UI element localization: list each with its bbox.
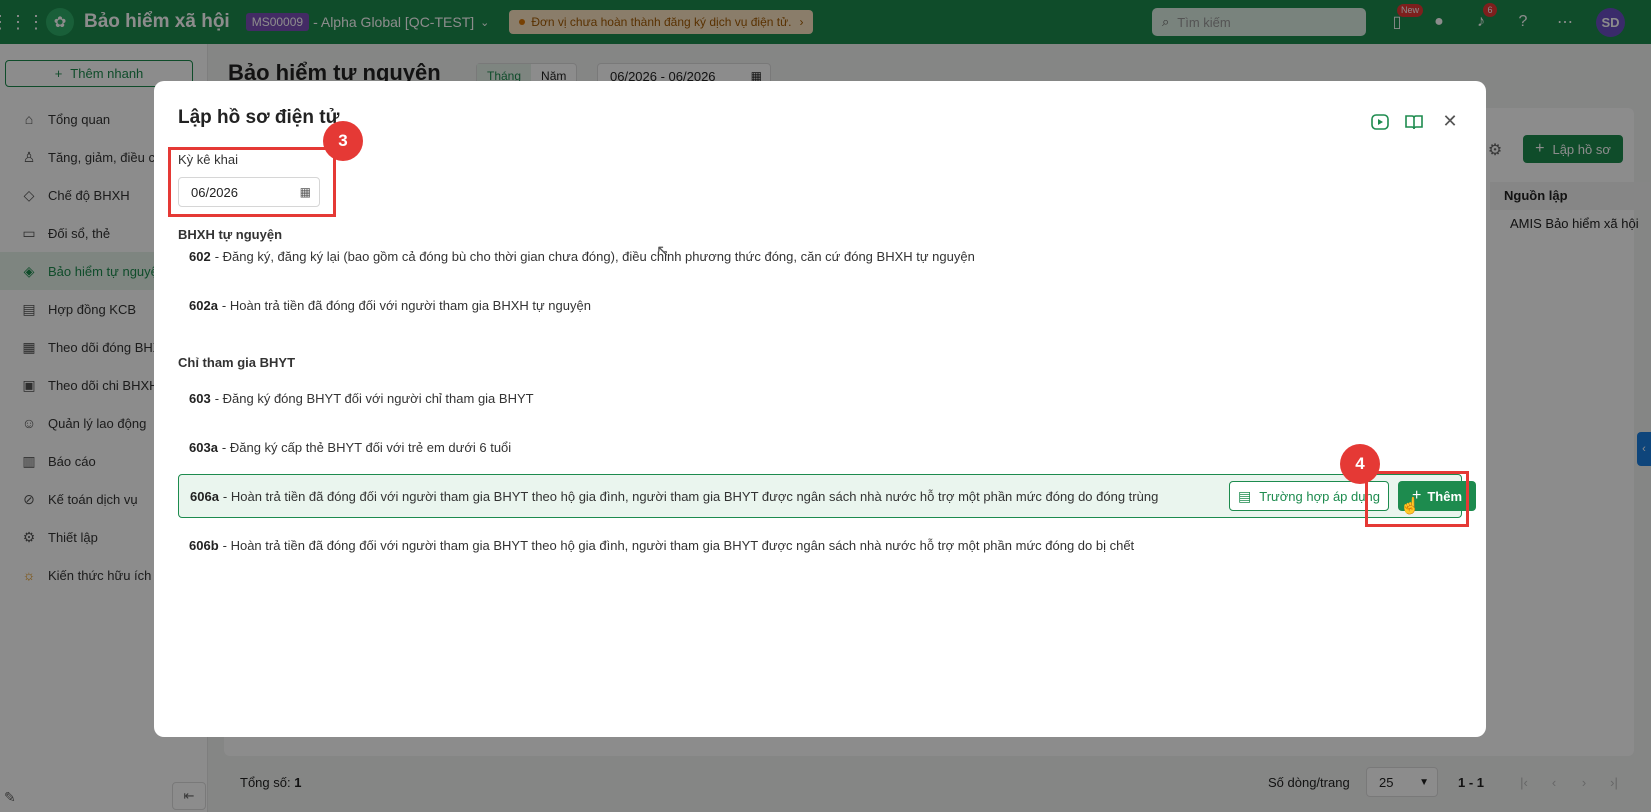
form-code: 603a <box>189 439 218 455</box>
group-title-health-only: Chỉ tham gia BHYT <box>178 355 296 370</box>
form-row-602a[interactable]: 602a - Hoàn trả tiền đã đóng đối với ngư… <box>178 283 1462 327</box>
hand-cursor-icon: ☝ <box>1400 498 1420 515</box>
applicable-cases-label: Trường hợp áp dụng <box>1259 488 1380 504</box>
modal-title: Lập hồ sơ điện tử <box>178 107 340 128</box>
close-icon[interactable]: ✕ <box>1438 109 1462 133</box>
create-e-record-modal: Lập hồ sơ điện tử ✕ Kỳ kê khai 06/2026 ▦… <box>154 81 1486 737</box>
step-3-marker: 3 <box>323 121 363 161</box>
form-code: 606a <box>190 488 219 504</box>
video-icon[interactable] <box>1369 111 1391 133</box>
form-description: - Đăng ký, đăng ký lại (bao gồm cả đóng … <box>214 248 975 264</box>
arrow-cursor-icon: ↖ <box>656 243 670 260</box>
form-row-603[interactable]: 603 - Đăng ký đóng BHYT đối với người ch… <box>178 376 1462 420</box>
form-description: - Hoàn trả tiền đã đóng đối với người th… <box>221 297 591 313</box>
step-4-marker: 4 <box>1340 444 1380 484</box>
document-icon: ▤ <box>1238 487 1252 504</box>
form-code: 602 <box>189 248 211 264</box>
form-description: - Đăng ký đóng BHYT đối với người chỉ th… <box>214 390 534 406</box>
form-description: - Đăng ký cấp thẻ BHYT đối với trẻ em dư… <box>221 439 512 455</box>
form-description: - Hoàn trả tiền đã đóng đối với người th… <box>222 537 1135 553</box>
form-row-603a[interactable]: 603a - Đăng ký cấp thẻ BHYT đối với trẻ … <box>178 425 1462 469</box>
form-code: 606b <box>189 537 219 553</box>
form-row-606a[interactable]: 606a - Hoàn trả tiền đã đóng đối với ngư… <box>178 474 1476 518</box>
form-description: - Hoàn trả tiền đã đóng đối với người th… <box>222 488 1159 504</box>
form-code: 602a <box>189 297 218 313</box>
form-row-606b[interactable]: 606b - Hoàn trả tiền đã đóng đối với ngư… <box>178 523 1462 567</box>
step-3-highlight <box>168 147 336 217</box>
form-row-602[interactable]: 602 - Đăng ký, đăng ký lại (bao gồm cả đ… <box>178 234 1462 278</box>
book-icon[interactable] <box>1403 111 1425 133</box>
form-code: 603 <box>189 390 211 406</box>
